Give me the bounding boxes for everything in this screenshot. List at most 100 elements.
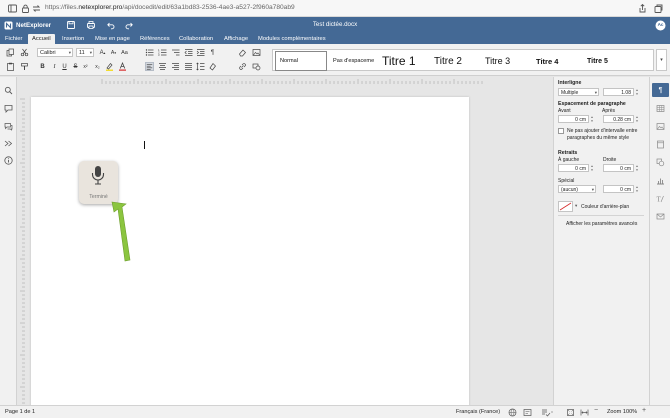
insert-image-icon[interactable] bbox=[252, 48, 261, 57]
chevron-down-icon[interactable]: ▾ bbox=[575, 203, 577, 209]
shading-icon[interactable] bbox=[208, 62, 217, 71]
spinner-icon[interactable]: ▴ ▾ bbox=[634, 185, 640, 193]
header-footer-icon[interactable] bbox=[656, 140, 665, 149]
tab-insertion[interactable]: Insertion bbox=[58, 34, 88, 44]
underline-icon[interactable]: U bbox=[60, 62, 69, 71]
tab-accueil[interactable]: Accueil bbox=[28, 34, 55, 44]
paste-icon[interactable] bbox=[6, 62, 15, 71]
numbering-icon[interactable]: 123 bbox=[158, 48, 167, 57]
tab-fichier[interactable]: Fichier bbox=[1, 34, 26, 44]
decrease-indent-icon[interactable] bbox=[184, 48, 193, 57]
fit-width-icon[interactable] bbox=[580, 408, 589, 417]
connection-icon[interactable] bbox=[31, 3, 42, 14]
tabs-overview-icon[interactable] bbox=[653, 3, 664, 14]
style-no-spacing[interactable]: Pas d'espaceme bbox=[329, 51, 377, 71]
url-text[interactable]: https://files.netexplorer.pro/api/docedi… bbox=[45, 4, 295, 11]
background-color-button[interactable] bbox=[558, 201, 573, 212]
font-color-icon[interactable] bbox=[118, 62, 127, 71]
italic-icon[interactable]: I bbox=[50, 62, 59, 71]
line-spacing-value-input[interactable]: 1.08 ▴ ▾ bbox=[603, 88, 638, 96]
comments-icon[interactable] bbox=[4, 104, 13, 113]
line-spacing-icon[interactable] bbox=[196, 62, 205, 71]
format-painter-icon[interactable] bbox=[20, 62, 29, 71]
pilcrow-icon[interactable]: ¶ bbox=[208, 48, 217, 57]
zoom-in-icon[interactable]: + bbox=[642, 407, 646, 414]
spacing-before-input[interactable]: 0 cm ▴ ▾ bbox=[558, 115, 593, 123]
align-left-icon[interactable] bbox=[145, 62, 154, 71]
spellcheck-icon[interactable] bbox=[541, 408, 553, 417]
text-art-icon[interactable]: T bbox=[656, 194, 665, 203]
special-indent-select[interactable]: (aucun) ▾ bbox=[558, 185, 596, 193]
zoom-out-icon[interactable]: − bbox=[594, 407, 598, 414]
image-settings-icon[interactable] bbox=[656, 122, 665, 131]
spacing-after-input[interactable]: 0.28 cm ▴ ▾ bbox=[603, 115, 638, 123]
horizontal-ruler[interactable] bbox=[100, 78, 486, 86]
change-case-icon[interactable]: Aa bbox=[120, 48, 129, 57]
increase-indent-icon[interactable] bbox=[196, 48, 205, 57]
chat-icon[interactable] bbox=[4, 122, 13, 131]
track-changes-icon[interactable] bbox=[523, 408, 533, 417]
superscript-icon[interactable]: x² bbox=[81, 62, 90, 71]
style-heading-5[interactable]: Titre 5 bbox=[583, 51, 633, 71]
chart-settings-icon[interactable] bbox=[656, 176, 665, 185]
document-page[interactable] bbox=[31, 97, 469, 407]
share-icon[interactable] bbox=[637, 3, 648, 14]
info-icon[interactable] bbox=[4, 156, 13, 165]
spinner-icon[interactable]: ▴ ▾ bbox=[634, 88, 640, 96]
style-normal[interactable]: Normal bbox=[275, 51, 327, 71]
highlight-icon[interactable] bbox=[105, 62, 114, 71]
fit-page-icon[interactable] bbox=[566, 408, 575, 417]
bullets-icon[interactable] bbox=[145, 48, 154, 57]
navigation-icon[interactable] bbox=[4, 139, 13, 148]
zoom-level[interactable]: Zoom 100% bbox=[607, 409, 637, 415]
search-icon[interactable] bbox=[4, 86, 13, 95]
indent-left-input[interactable]: 0 cm ▴ ▾ bbox=[558, 164, 593, 172]
align-right-icon[interactable] bbox=[171, 62, 180, 71]
spinner-icon[interactable]: ▴ ▾ bbox=[634, 115, 640, 123]
spinner-icon[interactable]: ▴ ▾ bbox=[589, 164, 595, 172]
cut-icon[interactable] bbox=[20, 48, 29, 57]
style-heading-3[interactable]: Titre 3 bbox=[481, 51, 531, 71]
language-selector[interactable]: Français (France) bbox=[456, 409, 500, 415]
mail-merge-icon[interactable] bbox=[656, 212, 665, 221]
page-count[interactable]: Page 1 de 1 bbox=[5, 409, 35, 415]
tab-mise-en-page[interactable]: Mise en page bbox=[91, 34, 134, 44]
vertical-ruler[interactable] bbox=[19, 97, 26, 405]
eraser-icon[interactable] bbox=[238, 48, 247, 57]
indent-right-input[interactable]: 0 cm ▴ ▾ bbox=[603, 164, 638, 172]
tab-modules-complementaires[interactable]: Modules complémentaires bbox=[254, 34, 330, 44]
paragraph-settings-icon[interactable]: ¶ bbox=[656, 86, 665, 95]
subscript-icon[interactable]: x₂ bbox=[93, 62, 102, 71]
styles-more-button[interactable]: ▾ bbox=[656, 49, 667, 71]
insert-shape-icon[interactable] bbox=[252, 62, 261, 71]
no-interval-checkbox[interactable] bbox=[558, 128, 564, 134]
tab-collaboration[interactable]: Collaboration bbox=[175, 34, 217, 44]
tab-references[interactable]: Références bbox=[136, 34, 174, 44]
special-indent-amount-input[interactable]: 0 cm ▴ ▾ bbox=[603, 185, 638, 193]
spinner-icon[interactable]: ▴ ▾ bbox=[589, 115, 595, 123]
copy-icon[interactable] bbox=[6, 48, 15, 57]
link-icon[interactable] bbox=[238, 62, 247, 71]
tab-affichage[interactable]: Affichage bbox=[220, 34, 252, 44]
advanced-settings-link[interactable]: Afficher les paramètres avancés bbox=[566, 221, 637, 227]
bold-icon[interactable]: B bbox=[38, 62, 47, 71]
line-spacing-mode-select[interactable]: Multiple ▾ bbox=[558, 88, 599, 96]
url-prefix: https://files. bbox=[45, 4, 79, 11]
justify-icon[interactable] bbox=[184, 62, 193, 71]
table-settings-icon[interactable] bbox=[656, 104, 665, 113]
user-avatar[interactable]: Ac bbox=[655, 20, 666, 31]
shrink-font-icon[interactable]: A ▾ bbox=[109, 48, 118, 57]
style-heading-4[interactable]: Titre 4 bbox=[532, 51, 582, 71]
grow-font-icon[interactable]: A ▴ bbox=[98, 48, 107, 57]
style-heading-1[interactable]: Titre 1 bbox=[378, 51, 429, 71]
strikethrough-icon[interactable]: S bbox=[71, 62, 80, 71]
multilevel-list-icon[interactable] bbox=[171, 48, 180, 57]
sidebar-toggle-icon[interactable] bbox=[7, 3, 18, 14]
spinner-icon[interactable]: ▴ ▾ bbox=[634, 164, 640, 172]
font-name-select[interactable]: Calibri ▾ bbox=[37, 48, 73, 57]
style-heading-2[interactable]: Titre 2 bbox=[430, 51, 480, 71]
font-size-select[interactable]: 11 ▾ bbox=[76, 48, 94, 57]
align-center-icon[interactable] bbox=[158, 62, 167, 71]
globe-icon[interactable] bbox=[508, 408, 517, 417]
shape-settings-icon[interactable] bbox=[656, 158, 665, 167]
